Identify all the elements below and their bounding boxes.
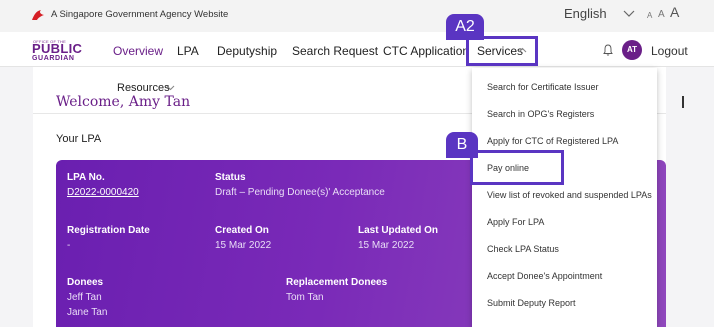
menu-item-check-lpa-status[interactable]: Check LPA Status [487,244,559,255]
donee-item: Jeff Tan [67,292,102,303]
user-avatar[interactable]: AT [622,40,642,60]
donee-item: Jane Tan [67,307,108,318]
menu-item-search-opg-registers[interactable]: Search in OPG's Registers [487,109,594,120]
logo-guardian-text[interactable]: GUARDIAN [32,55,75,62]
menu-item-submit-deputy-report[interactable]: Submit Deputy Report [487,298,576,309]
scroll-indicator [682,96,684,108]
menu-item-apply-ctc[interactable]: Apply for CTC of Registered LPA [487,136,618,147]
nav-ctc-application[interactable]: CTC Application [383,44,469,58]
lpa-no-label: LPA No. [67,172,105,183]
status-value: Draft – Pending Donee(s)' Acceptance [215,187,385,198]
annotation-highlight-services [466,36,538,66]
your-lpa-heading: Your LPA [56,133,102,145]
replacement-donees-label: Replacement Donees [286,277,388,288]
status-label: Status [215,172,246,183]
created-on-value: 15 Mar 2022 [215,240,272,251]
singapore-lion-icon [32,10,44,20]
last-updated-value: 15 Mar 2022 [358,240,415,251]
notification-bell-icon[interactable] [603,44,613,56]
logout-link[interactable]: Logout [651,44,688,58]
nav-lpa[interactable]: LPA [177,44,199,58]
annotation-callout-b: B [446,132,478,158]
welcome-heading: Welcome, Amy Tan [56,94,191,110]
nav-overview[interactable]: Overview [113,44,163,58]
last-updated-label: Last Updated On [358,225,439,236]
font-size-medium-button[interactable]: A [658,9,665,20]
annotation-highlight-pay-online [470,150,564,185]
donees-label: Donees [67,277,104,288]
menu-item-apply-lpa[interactable]: Apply For LPA [487,217,544,228]
annotation-callout-a2: A2 [446,14,484,40]
registration-date-label: Registration Date [67,225,150,236]
gov-agency-text: A Singapore Government Agency Website [51,9,229,20]
font-size-small-button[interactable]: A [647,11,652,20]
lpa-no-link[interactable]: D2022-0000420 [67,187,139,198]
menu-item-revoked-lpas[interactable]: View list of revoked and suspended LPAs [487,190,652,201]
menu-item-search-certificate-issuer[interactable]: Search for Certificate Issuer [487,82,599,93]
nav-resources[interactable]: Resources [117,82,170,94]
created-on-label: Created On [215,225,269,236]
nav-deputyship[interactable]: Deputyship [217,44,277,58]
language-selector[interactable]: English [564,6,607,22]
nav-search-request[interactable]: Search Request [292,44,378,58]
logo-public-text[interactable]: PUBLIC [32,42,82,56]
font-size-large-button[interactable]: A [670,4,679,20]
menu-item-accept-donee-appointment[interactable]: Accept Donee's Appointment [487,271,602,282]
chevron-down-icon[interactable] [623,10,635,18]
chevron-down-icon[interactable] [166,85,175,91]
replacement-donee-item: Tom Tan [286,292,324,303]
registration-date-value: - [67,240,71,251]
